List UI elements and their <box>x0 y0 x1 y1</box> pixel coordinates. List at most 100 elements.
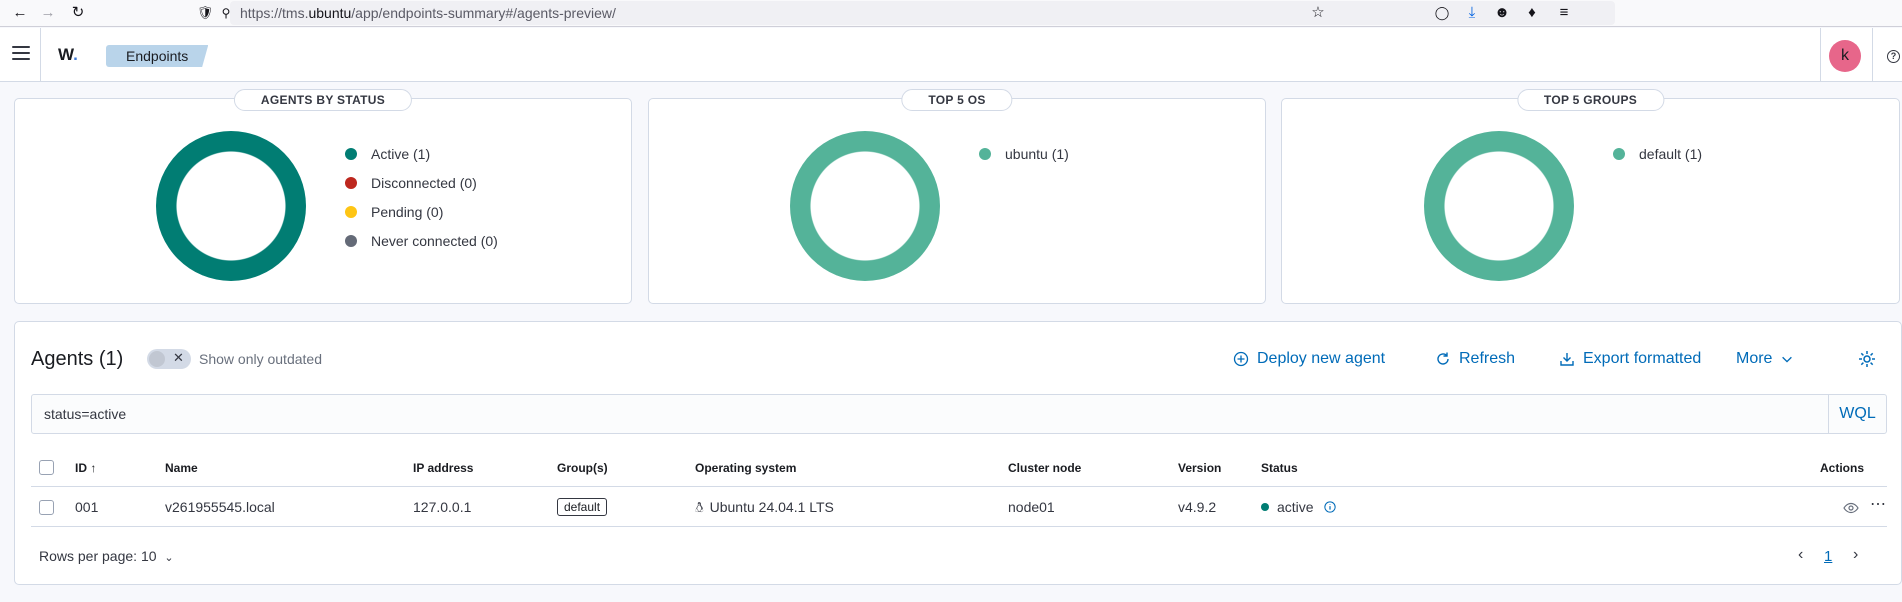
next-page-icon[interactable]: › <box>1853 546 1858 564</box>
os-donut-chart[interactable] <box>790 131 940 281</box>
column-header-groups[interactable]: Group(s) <box>557 461 608 475</box>
forward-arrow-icon[interactable]: → <box>38 3 58 23</box>
lock-icon[interactable]: ⚲ <box>216 3 236 23</box>
group-badge[interactable]: default <box>557 498 608 516</box>
more-label: More <box>1736 350 1773 367</box>
toggle-knob <box>149 351 165 367</box>
reload-icon[interactable]: ↻ <box>68 3 88 23</box>
rows-per-page-button[interactable]: Rows per page: 10 ⌄ <box>39 548 174 564</box>
header-divider <box>40 28 41 82</box>
outdated-toggle[interactable]: ✕ <box>147 349 191 369</box>
export-button[interactable]: Export formatted <box>1559 350 1701 368</box>
legend-item-never-connected[interactable]: Never connected (0) <box>345 226 498 255</box>
legend-dot <box>345 205 357 218</box>
column-header-name[interactable]: Name <box>165 461 198 475</box>
refresh-button[interactable]: Refresh <box>1435 350 1515 368</box>
more-button[interactable]: More <box>1736 350 1794 368</box>
card-title: TOP 5 GROUPS <box>1516 89 1665 111</box>
column-header-status[interactable]: Status <box>1261 461 1298 475</box>
browser-toolbar: ← → ↻ 🛡︎ ⚲ https://tms.ubuntu/app/endpoi… <box>0 0 1902 27</box>
os-legend: ubuntu (1) <box>979 139 1069 168</box>
sort-ascending-icon: ↑ <box>90 461 97 475</box>
menu-icon[interactable] <box>12 46 30 60</box>
row-checkbox[interactable] <box>39 500 54 515</box>
column-header-id[interactable]: ID ↑ <box>75 461 96 475</box>
help-icon[interactable]: ? <box>1887 50 1900 63</box>
groups-donut-chart[interactable] <box>1424 131 1574 281</box>
legend-item-pending[interactable]: Pending (0) <box>345 197 498 226</box>
deploy-label: Deploy new agent <box>1257 350 1386 367</box>
bookmark-star-icon[interactable]: ☆ <box>1308 3 1328 23</box>
prev-page-icon[interactable]: ‹ <box>1798 546 1803 564</box>
card-title: TOP 5 OS <box>901 89 1013 111</box>
select-all-checkbox[interactable] <box>39 460 54 475</box>
logo[interactable]: W. <box>58 45 78 65</box>
legend-dot <box>345 234 357 247</box>
outdated-toggle-label[interactable]: Show only outdated <box>199 351 322 367</box>
chevron-down-icon <box>1782 356 1793 363</box>
more-actions-icon[interactable]: ⋯ <box>1870 494 1887 514</box>
top-groups-card: TOP 5 GROUPS default (1) <box>1281 89 1900 304</box>
info-icon[interactable] <box>1323 501 1336 513</box>
linux-penguin-icon: 🐧︎ <box>695 499 704 515</box>
cell-name: v261955545.local <box>165 499 275 515</box>
column-header-ip[interactable]: IP address <box>413 461 473 475</box>
legend-item-disconnected[interactable]: Disconnected (0) <box>345 168 498 197</box>
url-domain: ubuntu <box>308 5 352 21</box>
column-header-version[interactable]: Version <box>1178 461 1221 475</box>
agents-by-status-card: AGENTS BY STATUS Active (1) Disconnected… <box>14 89 632 304</box>
search-input[interactable]: status=active WQL <box>31 394 1887 434</box>
refresh-icon <box>1437 352 1449 365</box>
legend-item-active[interactable]: Active (1) <box>345 139 498 168</box>
legend-dot <box>979 147 991 160</box>
column-label: ID <box>75 461 87 475</box>
legend-dot <box>345 147 357 160</box>
legend-label: Pending (0) <box>371 203 444 220</box>
column-header-cluster[interactable]: Cluster node <box>1008 461 1081 475</box>
table-row[interactable]: 001 v261955545.local 127.0.0.1 default 🐧… <box>31 487 1887 527</box>
page-number-button[interactable]: 1 <box>1824 548 1832 565</box>
url-path: /app/endpoints-summary#/agents-preview/ <box>351 5 616 21</box>
pocket-icon[interactable]: ◯ <box>1432 3 1452 23</box>
legend-item-ubuntu[interactable]: ubuntu (1) <box>979 139 1069 168</box>
plus-circle-icon <box>1233 351 1249 367</box>
agents-title: Agents (1) <box>31 348 124 370</box>
wql-button[interactable]: WQL <box>1828 395 1886 433</box>
legend-label: ubuntu (1) <box>1005 145 1069 162</box>
gear-icon[interactable] <box>1857 349 1877 369</box>
legend-label: Active (1) <box>371 145 431 162</box>
header-divider <box>1872 28 1873 82</box>
url-text[interactable]: https://tms.ubuntu/app/endpoints-summary… <box>240 5 616 21</box>
legend-item-default[interactable]: default (1) <box>1613 139 1702 168</box>
status-label: active <box>1277 499 1314 515</box>
shield-icon[interactable]: 🛡︎ <box>195 3 215 23</box>
export-icon <box>1560 353 1574 366</box>
account-icon[interactable]: ☻ <box>1492 3 1512 23</box>
breadcrumb-endpoints[interactable]: Endpoints <box>106 45 209 67</box>
header-divider <box>1820 28 1821 82</box>
top-os-card: TOP 5 OS ubuntu (1) <box>648 89 1266 304</box>
avatar[interactable]: k <box>1829 40 1861 72</box>
back-arrow-icon[interactable]: ← <box>10 3 30 23</box>
legend-label: Never connected (0) <box>371 232 498 249</box>
deploy-agent-button[interactable]: Deploy new agent <box>1233 350 1385 368</box>
eye-icon[interactable] <box>1843 500 1859 516</box>
card-title: AGENTS BY STATUS <box>233 89 413 111</box>
extensions-icon[interactable]: ♦ <box>1522 3 1542 23</box>
cell-id: 001 <box>75 499 99 515</box>
legend-label: default (1) <box>1639 145 1703 162</box>
app-menu-icon[interactable]: ≡ <box>1554 3 1574 23</box>
download-icon[interactable]: ⤓ <box>1462 3 1482 23</box>
column-header-os[interactable]: Operating system <box>695 461 796 475</box>
column-header-actions: Actions <box>1820 461 1865 475</box>
groups-legend: default (1) <box>1613 139 1702 168</box>
status-donut-chart[interactable] <box>156 131 306 281</box>
app-header: W. Endpoints <box>0 28 1902 82</box>
legend-dot <box>345 176 357 189</box>
cell-os: 🐧︎ Ubuntu 24.04.1 LTS <box>695 499 834 518</box>
url-prefix: https://tms. <box>240 5 309 21</box>
status-legend: Active (1) Disconnected (0) Pending (0) … <box>345 139 498 255</box>
cell-ip: 127.0.0.1 <box>413 499 472 515</box>
table-header: ID ↑ Name IP address Group(s) Operating … <box>31 447 1887 487</box>
logo-letter: W <box>58 45 74 64</box>
